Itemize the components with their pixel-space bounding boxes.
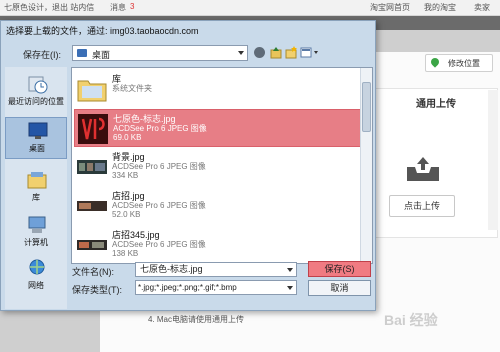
back-arrow-icon[interactable] bbox=[254, 47, 265, 58]
image-thumb bbox=[77, 240, 107, 250]
image-thumb bbox=[77, 201, 107, 211]
file-list-scrollbar[interactable] bbox=[360, 68, 372, 263]
desktop-icon bbox=[28, 122, 48, 139]
upload-tray-icon bbox=[407, 157, 439, 181]
universal-upload-card: 通用上传 点击上传 bbox=[372, 88, 498, 238]
user-links[interactable]: 七原色设计，退出 站内信 bbox=[4, 2, 94, 13]
library-icon bbox=[27, 172, 47, 189]
browser-top-bar: 七原色设计，退出 站内信 消息 3 淘宝网首页 我的淘宝 卖家 bbox=[0, 0, 500, 16]
taobao-home-link[interactable]: 淘宝网首页 bbox=[370, 2, 410, 13]
new-folder-icon[interactable] bbox=[285, 46, 297, 59]
place-network[interactable]: 网络 bbox=[5, 255, 67, 297]
filetype-value: *.jpg;*.jpeg;*.png;*.gif;*.bmp bbox=[138, 283, 237, 292]
change-location-button[interactable]: 修改位置 bbox=[425, 54, 493, 72]
save-in-value: 桌面 bbox=[92, 50, 111, 60]
click-upload-button[interactable]: 点击上传 bbox=[389, 195, 455, 217]
message-count-badge: 3 bbox=[130, 2, 135, 11]
mac-upload-hint: 4. Mac电脑请使用通用上传 bbox=[148, 315, 245, 324]
baidu-watermark: Bai 经验 bbox=[384, 312, 438, 328]
places-bar: 最近访问的位置 桌面 库 计算机 网络 bbox=[5, 67, 67, 309]
image-thumb bbox=[78, 114, 108, 144]
clock-icon bbox=[28, 76, 48, 94]
computer-icon bbox=[28, 216, 46, 233]
save-in-label: 保存在(I): bbox=[23, 50, 61, 60]
save-button[interactable]: 保存(S) bbox=[308, 261, 371, 277]
my-taobao-link[interactable]: 我的淘宝 bbox=[424, 2, 456, 13]
place-recent[interactable]: 最近访问的位置 bbox=[5, 71, 67, 113]
list-item-logo-jpg[interactable]: 七原色-标志.jpg ACDSee Pro 6 JPEG 图像 69.0 KB bbox=[74, 109, 362, 147]
chevron-down-icon bbox=[238, 51, 244, 55]
network-icon bbox=[29, 259, 45, 275]
image-thumb bbox=[77, 160, 107, 174]
file-list[interactable]: 库 系统文件夹 七原色-标志.jpg ACDSee Pro 6 JPEG 图像 … bbox=[71, 67, 373, 264]
filename-value: 七原色-标志.jpg bbox=[140, 264, 203, 274]
chevron-down-icon bbox=[287, 286, 293, 290]
place-library[interactable]: 库 bbox=[5, 167, 67, 209]
message-link[interactable]: 消息 bbox=[110, 2, 126, 13]
upload-title: 通用上传 bbox=[416, 99, 456, 110]
up-folder-icon[interactable] bbox=[270, 46, 282, 59]
filetype-label: 保存类型(T): bbox=[72, 285, 122, 295]
cancel-button[interactable]: 取消 bbox=[308, 280, 371, 296]
location-pin-icon bbox=[429, 56, 441, 68]
list-item-banner345-jpg[interactable]: 店招345.jpg ACDSee Pro 6 JPEG 图像 138 KB bbox=[74, 226, 362, 263]
save-in-dropdown[interactable]: 桌面 bbox=[72, 45, 248, 61]
place-desktop[interactable]: 桌面 bbox=[5, 117, 67, 159]
folder-icon bbox=[77, 80, 107, 102]
filename-label: 文件名(N): bbox=[72, 267, 114, 277]
chevron-down-icon[interactable] bbox=[287, 268, 293, 272]
filename-input[interactable]: 七原色-标志.jpg bbox=[135, 262, 297, 277]
file-upload-dialog: 选择要上载的文件，通过: img03.taobaocdn.com 保存在(I):… bbox=[0, 20, 376, 311]
list-item-banner-jpg[interactable]: 店招.jpg ACDSee Pro 6 JPEG 图像 52.0 KB bbox=[74, 187, 362, 225]
list-item-library[interactable]: 库 系统文件夹 bbox=[74, 70, 362, 108]
page-scrollbar[interactable] bbox=[488, 90, 498, 230]
dialog-title: 选择要上载的文件，通过: img03.taobaocdn.com bbox=[6, 26, 199, 36]
desktop-folder-icon bbox=[77, 49, 87, 57]
scrollbar-thumb[interactable] bbox=[362, 82, 371, 132]
place-computer[interactable]: 计算机 bbox=[5, 212, 67, 254]
seller-link[interactable]: 卖家 bbox=[474, 2, 490, 13]
view-menu-icon[interactable] bbox=[300, 46, 320, 59]
filetype-dropdown[interactable]: *.jpg;*.jpeg;*.png;*.gif;*.bmp bbox=[135, 280, 297, 295]
list-item-background-jpg[interactable]: 背景.jpg ACDSee Pro 6 JPEG 图像 334 KB bbox=[74, 148, 362, 186]
